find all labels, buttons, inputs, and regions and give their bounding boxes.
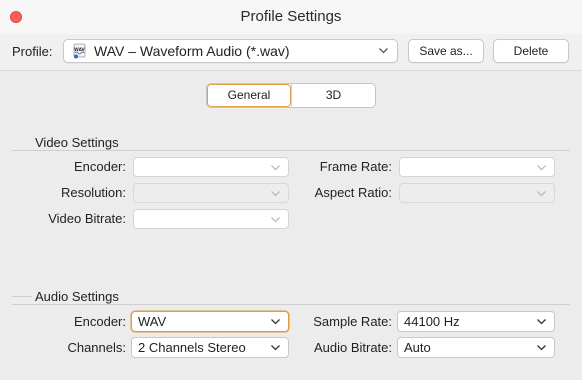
chevron-down-icon — [537, 319, 546, 325]
profile-settings-window: Profile Settings Profile: WAV WAV – Wave… — [0, 0, 582, 380]
chevron-down-icon — [537, 345, 546, 351]
svg-text:WAV: WAV — [74, 47, 85, 52]
chevron-down-icon — [271, 319, 280, 325]
sample-rate-select[interactable]: 44100 Hz — [397, 311, 555, 332]
divider — [0, 70, 582, 71]
video-settings-title: Video Settings — [35, 135, 119, 150]
audio-settings-divider — [12, 304, 570, 305]
frame-rate-label: Frame Rate: — [319, 159, 392, 174]
chevron-down-icon — [537, 165, 546, 171]
profile-row: Profile: WAV WAV – Waveform Audio (*.wav… — [0, 34, 582, 70]
video-bitrate-select[interactable] — [133, 209, 289, 229]
chevron-down-icon — [537, 191, 546, 197]
video-settings-divider — [12, 150, 570, 151]
resolution-label: Resolution: — [60, 185, 126, 200]
video-encoder-label: Encoder: — [73, 159, 126, 174]
video-bitrate-label: Video Bitrate: — [48, 211, 126, 226]
audio-settings-divider-left — [12, 296, 32, 297]
channels-label: Channels: — [67, 340, 126, 355]
channels-select[interactable]: 2 Channels Stereo — [131, 337, 289, 358]
profile-select[interactable]: WAV WAV – Waveform Audio (*.wav) — [63, 39, 398, 63]
audio-encoder-value: WAV — [138, 314, 167, 329]
window-title: Profile Settings — [240, 8, 342, 25]
chevron-down-icon — [271, 217, 280, 223]
video-encoder-select[interactable] — [133, 157, 289, 177]
resolution-select[interactable] — [133, 183, 289, 203]
delete-button[interactable]: Delete — [493, 39, 569, 63]
chevron-down-icon — [271, 345, 280, 351]
audio-bitrate-select[interactable]: Auto — [397, 337, 555, 358]
chevron-down-icon — [379, 48, 388, 54]
chevron-down-icon — [271, 191, 280, 197]
audio-bitrate-value: Auto — [404, 340, 431, 355]
aspect-ratio-select[interactable] — [399, 183, 555, 203]
tab-general[interactable]: General — [207, 84, 291, 107]
tab-bar: General 3D — [206, 83, 376, 108]
profile-value: WAV – Waveform Audio (*.wav) — [94, 43, 290, 59]
audio-bitrate-label: Audio Bitrate: — [313, 340, 392, 355]
audio-encoder-label: Encoder: — [73, 314, 126, 329]
sample-rate-label: Sample Rate: — [313, 314, 392, 329]
frame-rate-select[interactable] — [399, 157, 555, 177]
chevron-down-icon — [271, 165, 280, 171]
profile-label: Profile: — [12, 44, 53, 59]
audio-settings-title: Audio Settings — [35, 289, 119, 304]
audio-encoder-select[interactable]: WAV — [131, 311, 289, 332]
title-bar: Profile Settings — [0, 0, 582, 34]
save-as-button[interactable]: Save as... — [408, 39, 484, 63]
channels-value: 2 Channels Stereo — [138, 340, 246, 355]
tab-3d[interactable]: 3D — [291, 84, 375, 107]
aspect-ratio-label: Aspect Ratio: — [314, 185, 392, 200]
sample-rate-value: 44100 Hz — [404, 314, 460, 329]
wav-file-icon: WAV — [73, 43, 86, 59]
